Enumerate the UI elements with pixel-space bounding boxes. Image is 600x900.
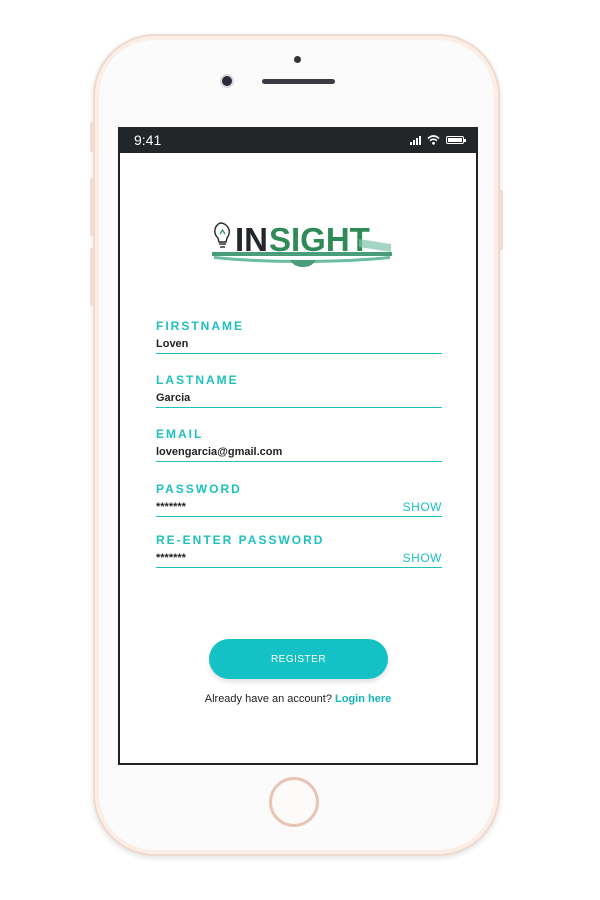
email-underline: [156, 461, 442, 462]
status-icons: [410, 135, 466, 145]
login-prompt: Already have an account? Login here: [120, 693, 476, 705]
battery-icon: [446, 136, 466, 144]
firstname-field[interactable]: FIRSTNAME Loven: [156, 319, 442, 354]
wifi-icon: [427, 135, 440, 145]
phone-side-button: [90, 122, 94, 152]
firstname-input[interactable]: Loven: [156, 337, 442, 351]
lastname-label: LASTNAME: [156, 373, 239, 387]
status-time: 9:41: [134, 132, 162, 148]
reenter-password-label: RE-ENTER PASSWORD: [156, 533, 325, 547]
status-bar: 9:41: [120, 127, 476, 153]
email-label: EMAIL: [156, 427, 204, 441]
firstname-underline: [156, 353, 442, 354]
earpiece-speaker: [262, 79, 335, 84]
reenter-password-input[interactable]: *******: [156, 551, 186, 565]
insight-logo: IN SIGHT: [212, 221, 392, 267]
password-input[interactable]: *******: [156, 500, 186, 514]
lightbulb-icon: [214, 222, 230, 248]
password-label: PASSWORD: [156, 482, 242, 496]
phone-volume-up: [90, 178, 94, 236]
phone-volume-down: [90, 248, 94, 306]
reenter-password-show-toggle[interactable]: SHOW: [403, 551, 442, 565]
register-button[interactable]: REGISTER: [209, 639, 388, 679]
phone-sensor: [294, 56, 301, 63]
reenter-password-field[interactable]: RE-ENTER PASSWORD ******* SHOW: [156, 533, 442, 568]
email-input[interactable]: lovengarcia@gmail.com: [156, 445, 442, 459]
firstname-label: FIRSTNAME: [156, 319, 244, 333]
front-camera: [222, 76, 232, 86]
password-show-toggle[interactable]: SHOW: [403, 500, 442, 514]
email-field[interactable]: EMAIL lovengarcia@gmail.com: [156, 427, 442, 462]
phone-power-button: [499, 190, 503, 250]
password-underline: [156, 516, 442, 517]
lastname-underline: [156, 407, 442, 408]
home-button[interactable]: [269, 777, 319, 827]
password-field[interactable]: PASSWORD ******* SHOW: [156, 482, 442, 517]
login-link[interactable]: Login here: [335, 693, 391, 705]
signal-icon: [410, 135, 421, 145]
reenter-password-underline: [156, 567, 442, 568]
lastname-field[interactable]: LASTNAME Garcia: [156, 373, 442, 408]
lastname-input[interactable]: Garcia: [156, 391, 442, 405]
login-prompt-text: Already have an account?: [204, 693, 332, 705]
app-screen: 9:41 IN SIGHT FIRSTNAME Loven LASTNAME G…: [118, 127, 478, 765]
